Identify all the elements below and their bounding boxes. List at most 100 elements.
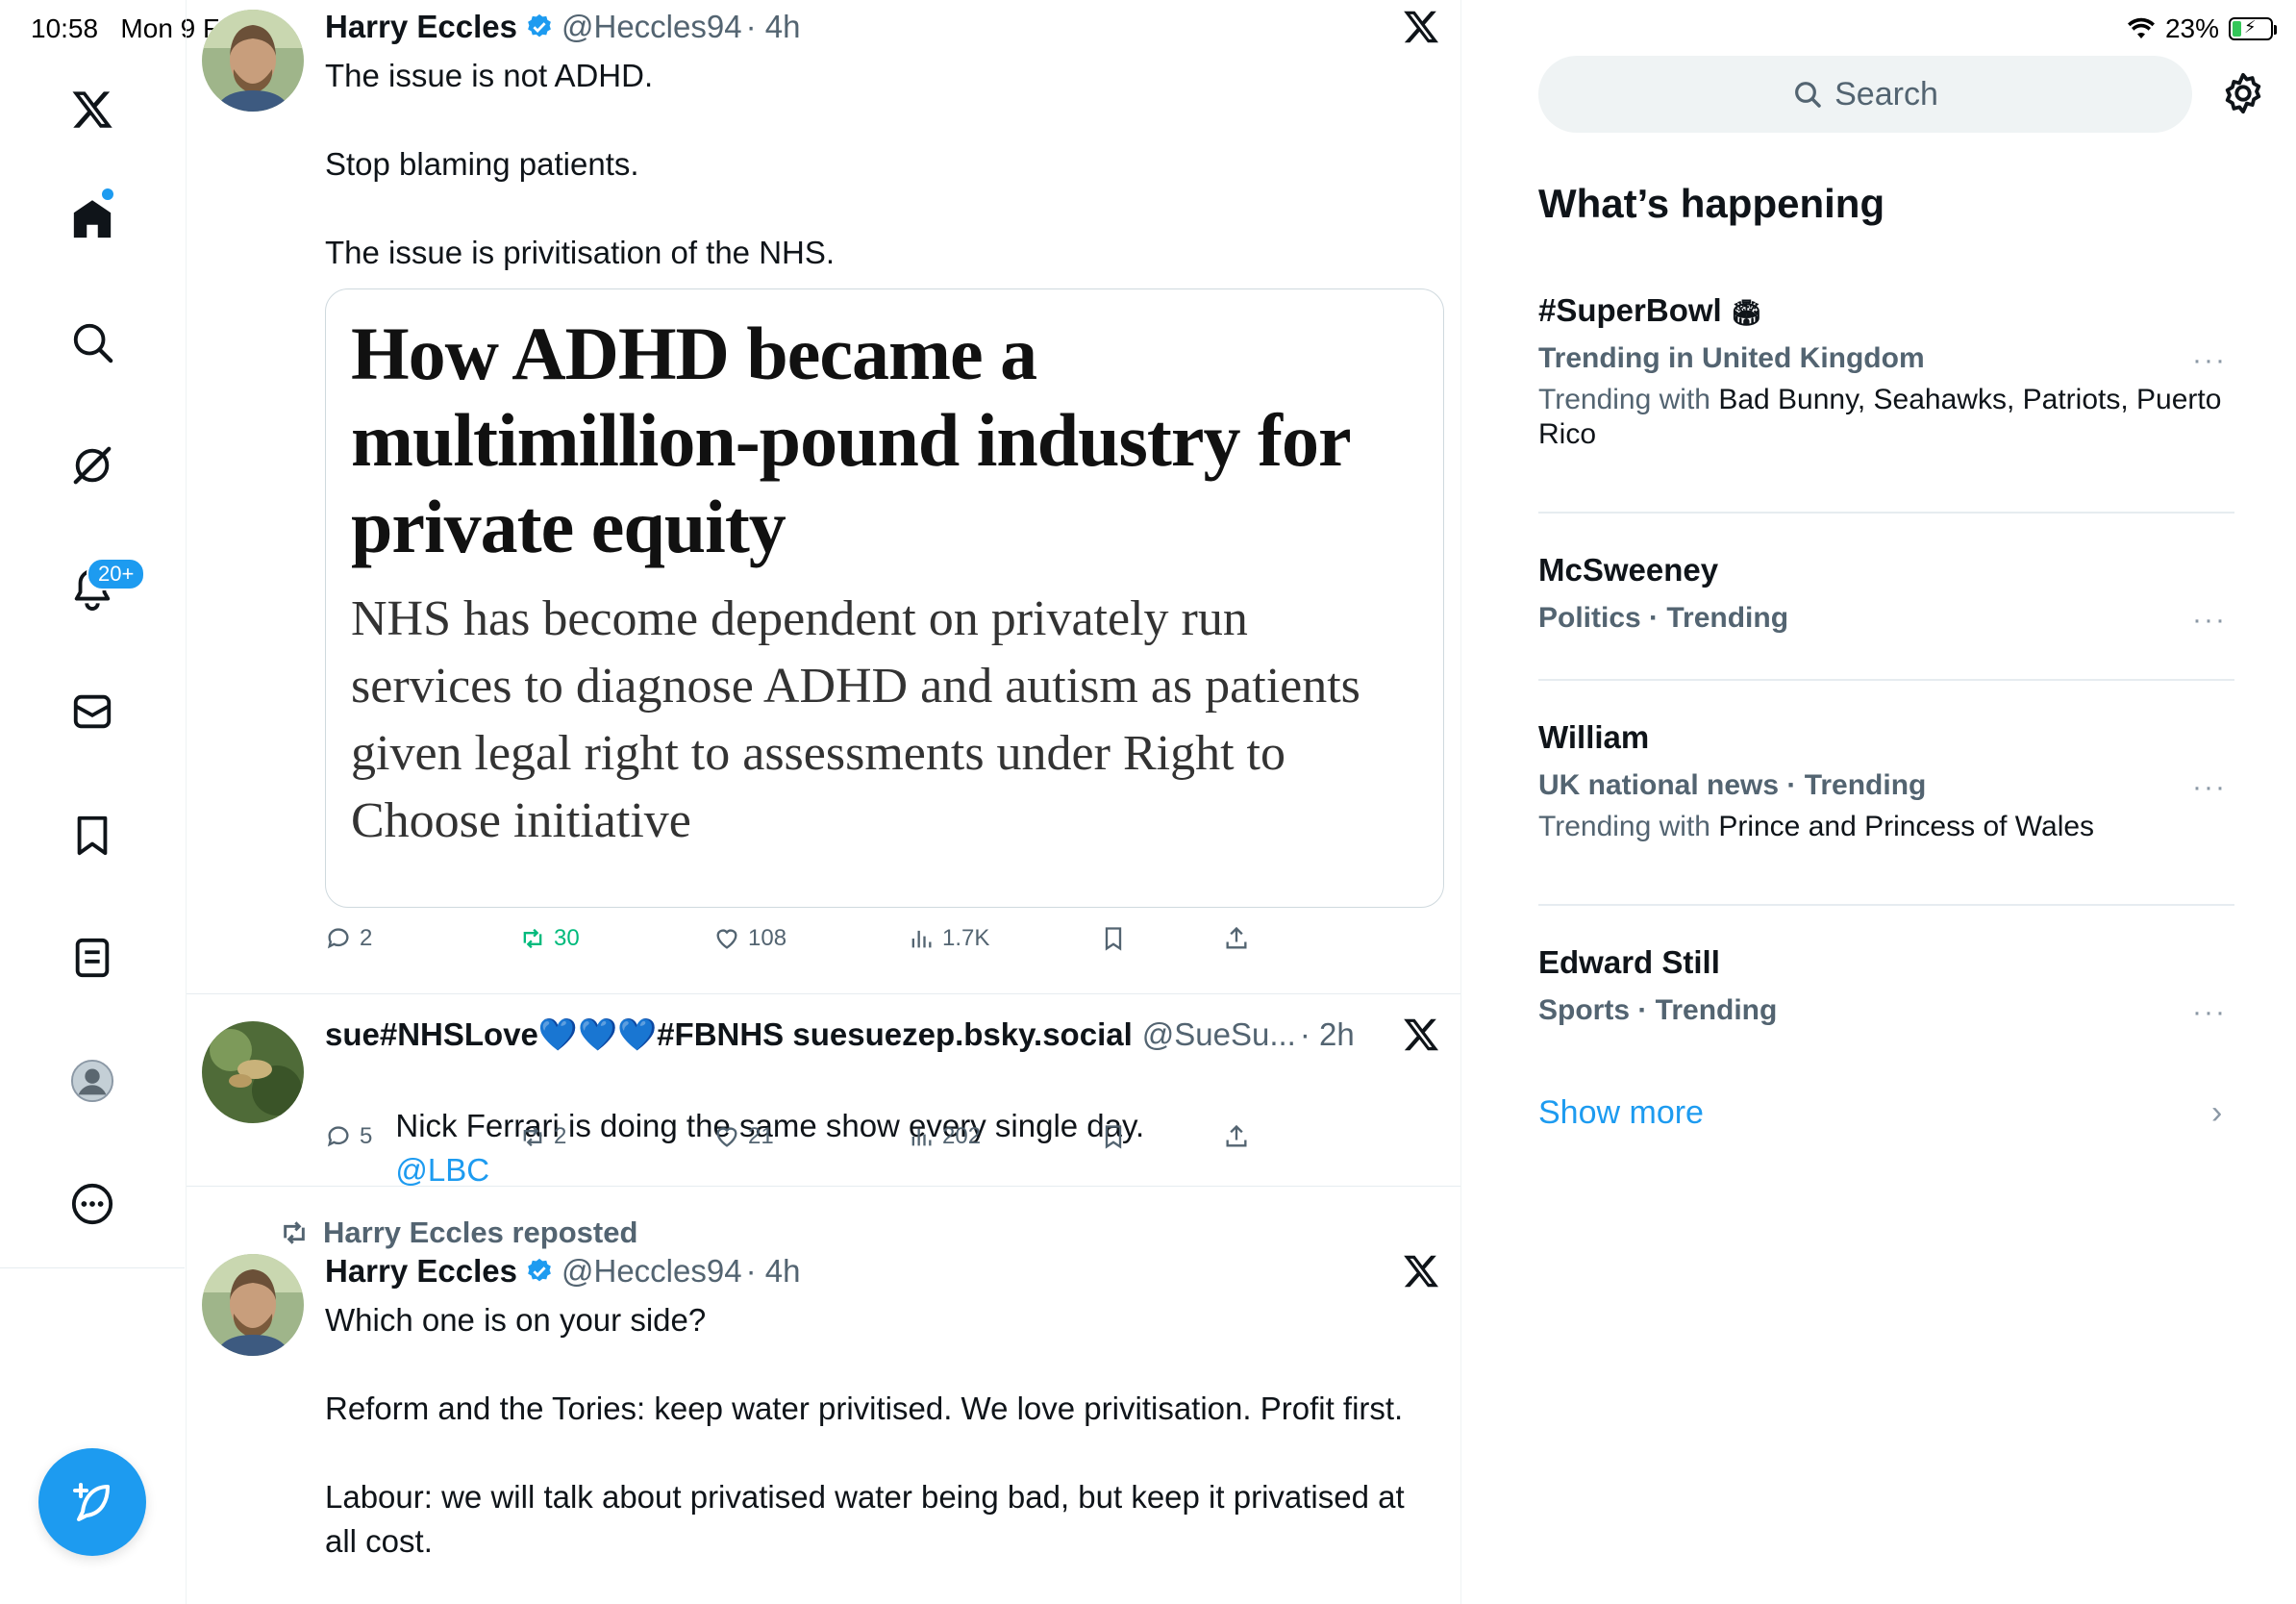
share-icon bbox=[1226, 1124, 1247, 1147]
x-logo-icon[interactable] bbox=[1402, 8, 1440, 46]
repost-icon bbox=[523, 928, 542, 949]
trend-name: #SuperBowl bbox=[1538, 292, 1722, 328]
mention-link[interactable]: @LBC bbox=[395, 1152, 489, 1188]
more-options-icon[interactable]: ··· bbox=[2192, 771, 2227, 804]
profile-icon[interactable] bbox=[58, 1046, 127, 1115]
search-icon[interactable] bbox=[58, 308, 127, 377]
trend-item[interactable]: William UK national news · Trending Tren… bbox=[1538, 719, 2234, 844]
repost-button[interactable]: 2 bbox=[519, 1123, 713, 1150]
avatar[interactable] bbox=[202, 1021, 304, 1123]
avatar[interactable] bbox=[202, 10, 304, 112]
tweet[interactable]: sue#NHSLove💙💙💙#FBNHS suesuezep.bsky.soci… bbox=[187, 994, 1460, 1188]
grok-icon[interactable] bbox=[58, 431, 127, 500]
reply-icon bbox=[327, 928, 349, 949]
trend-with-label: Trending with bbox=[1538, 384, 1710, 415]
like-button[interactable]: 108 bbox=[713, 925, 908, 952]
trend-with-terms: Prince and Princess of Wales bbox=[1718, 811, 2095, 842]
mail-icon[interactable] bbox=[58, 677, 127, 746]
author-handle[interactable]: @SueSu... bbox=[1142, 1016, 1296, 1053]
tweet-actions: 2 30 108 1.7K bbox=[325, 925, 1250, 952]
views-button[interactable]: 202 bbox=[908, 1123, 1100, 1150]
tweet-time: · 4h bbox=[745, 1253, 801, 1289]
tweet-header: sue#NHSLove💙💙💙#FBNHS suesuezep.bsky.soci… bbox=[325, 1015, 1373, 1054]
card-subtitle: NHS has become dependent on privately ru… bbox=[351, 591, 1360, 848]
trend-with-label: Trending with bbox=[1538, 811, 1710, 842]
tweet[interactable]: Harry Eccles @Heccles94 · 4h Which one i… bbox=[187, 1187, 1460, 1604]
author-handle[interactable]: @Heccles94 bbox=[562, 1253, 742, 1290]
gear-icon[interactable] bbox=[2221, 71, 2265, 115]
tweet-header: Harry Eccles @Heccles94 · 4h bbox=[325, 8, 1442, 46]
like-count: 21 bbox=[748, 1123, 774, 1149]
search-input[interactable]: Search bbox=[1538, 56, 2192, 133]
analytics-icon bbox=[911, 930, 932, 948]
view-count: 1.7K bbox=[942, 925, 990, 951]
repost-count: 30 bbox=[554, 925, 580, 951]
like-button[interactable]: 21 bbox=[713, 1123, 908, 1150]
search-placeholder: Search bbox=[1834, 75, 1938, 113]
author-name[interactable]: sue#NHSLove💙💙💙#FBNHS suesuezep.bsky.soci… bbox=[325, 1016, 1133, 1054]
share-icon bbox=[1226, 926, 1247, 949]
heart-icon bbox=[716, 929, 737, 949]
trend-meta: Sports · Trending bbox=[1538, 994, 1778, 1026]
divider bbox=[1538, 512, 2234, 514]
bookmark-button[interactable] bbox=[1100, 925, 1223, 952]
verified-badge-icon bbox=[528, 13, 551, 38]
tweet-time: · 4h bbox=[745, 9, 801, 44]
home-notification-dot bbox=[102, 188, 113, 200]
more-options-icon[interactable]: ··· bbox=[2192, 344, 2227, 377]
timeline: Harry Eccles @Heccles94 · 4h The issue i… bbox=[187, 0, 1461, 1604]
author-name[interactable]: Harry Eccles bbox=[325, 1253, 517, 1290]
heart-icon bbox=[716, 1127, 737, 1147]
list-icon[interactable] bbox=[58, 923, 127, 992]
x-logo-icon[interactable] bbox=[1402, 1015, 1440, 1054]
reply-count: 5 bbox=[360, 1123, 373, 1149]
share-button[interactable] bbox=[1223, 1123, 1250, 1150]
feather-plus-icon bbox=[73, 1483, 110, 1521]
left-nav: 20+ bbox=[0, 0, 187, 1604]
divider bbox=[1538, 679, 2234, 681]
trend-name: McSweeney bbox=[1538, 552, 1719, 588]
reply-icon bbox=[327, 1126, 349, 1147]
nav-divider bbox=[0, 1267, 185, 1268]
repost-count: 2 bbox=[554, 1123, 567, 1149]
bookmark-icon bbox=[1105, 927, 1122, 951]
link-card[interactable]: How ADHD became a multimillion-pound ind… bbox=[325, 288, 1444, 908]
bookmark-icon bbox=[1105, 1125, 1122, 1149]
card-title: How ADHD became a multimillion-pound ind… bbox=[351, 312, 1350, 568]
reply-button[interactable]: 2 bbox=[325, 925, 519, 952]
author-handle[interactable]: @Heccles94 bbox=[562, 9, 742, 45]
repost-button[interactable]: 30 bbox=[519, 925, 713, 952]
avatar[interactable] bbox=[202, 1254, 304, 1356]
tweet-text: The issue is not ADHD. Stop blaming pati… bbox=[325, 58, 836, 270]
bookmark-icon[interactable] bbox=[58, 800, 127, 869]
bookmark-button[interactable] bbox=[1100, 1123, 1223, 1150]
show-more-link[interactable]: Show more bbox=[1538, 1094, 1704, 1132]
trend-item[interactable]: #SuperBowl 🏟 Trending in United Kingdom … bbox=[1538, 292, 2234, 452]
trend-with: Trending with Prince and Princess of Wal… bbox=[1538, 810, 2234, 844]
reply-count: 2 bbox=[360, 925, 373, 951]
trend-meta: Politics · Trending bbox=[1538, 602, 1789, 634]
trend-name: William bbox=[1538, 719, 1650, 755]
more-icon[interactable] bbox=[58, 1169, 127, 1239]
analytics-icon bbox=[911, 1128, 932, 1146]
home-icon[interactable] bbox=[58, 185, 127, 254]
like-count: 108 bbox=[748, 925, 787, 951]
search-icon bbox=[1795, 82, 1821, 108]
x-logo-icon[interactable] bbox=[58, 75, 127, 144]
compose-button[interactable] bbox=[38, 1448, 146, 1556]
trend-name: Edward Still bbox=[1538, 944, 1720, 980]
author-name[interactable]: Harry Eccles bbox=[325, 9, 517, 45]
more-options-icon[interactable]: ··· bbox=[2192, 604, 2227, 637]
more-options-icon[interactable]: ··· bbox=[2192, 996, 2227, 1029]
x-logo-icon[interactable] bbox=[1402, 1252, 1440, 1291]
trend-item[interactable]: McSweeney Politics · Trending ··· bbox=[1538, 552, 2234, 637]
chevron-right-icon[interactable]: › bbox=[2211, 1094, 2222, 1132]
share-button[interactable] bbox=[1223, 925, 1250, 952]
trend-name-row: #SuperBowl 🏟 bbox=[1538, 292, 2234, 335]
verified-badge-icon bbox=[528, 1258, 551, 1282]
reply-button[interactable]: 5 bbox=[325, 1123, 519, 1150]
trend-item[interactable]: Edward Still Sports · Trending ··· bbox=[1538, 944, 2234, 1029]
tweet[interactable]: Harry Eccles @Heccles94 · 4h The issue i… bbox=[187, 0, 1460, 994]
section-title: What’s happening bbox=[1538, 181, 1885, 226]
views-button[interactable]: 1.7K bbox=[908, 925, 1100, 952]
